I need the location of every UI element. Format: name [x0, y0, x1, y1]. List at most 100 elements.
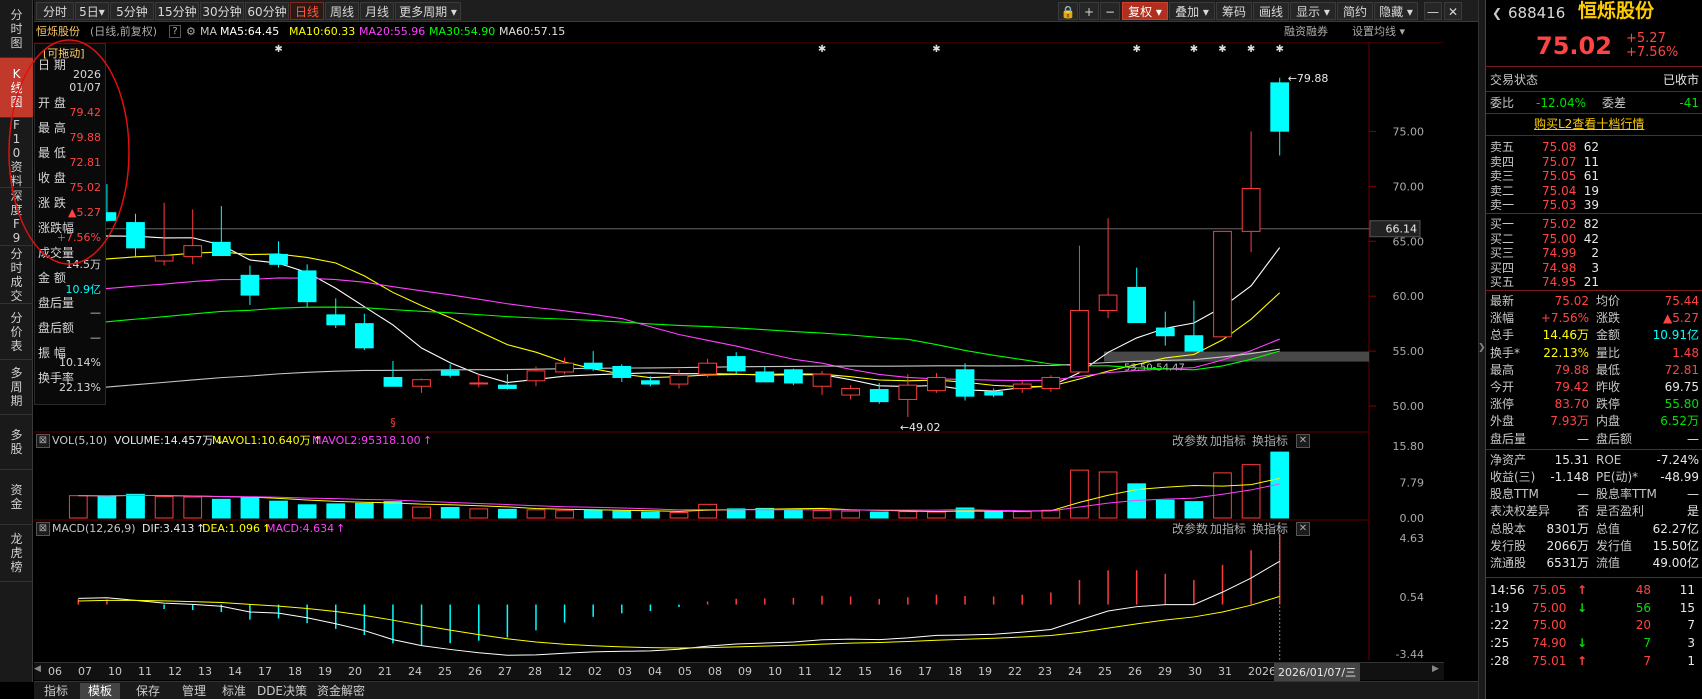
volume-bar[interactable]	[583, 509, 603, 519]
candle-body[interactable]	[183, 245, 203, 258]
candle-body[interactable]	[583, 362, 603, 370]
period-tab-7[interactable]: 周线	[325, 2, 359, 20]
bottom-tab-4[interactable]: 标准	[216, 683, 252, 699]
candle-body[interactable]	[1184, 335, 1204, 352]
volume-bar[interactable]	[68, 495, 88, 519]
volume-bar[interactable]	[1041, 509, 1061, 519]
vol_panel-collapse-icon[interactable]: ⊠	[36, 434, 50, 448]
toolbar-btn-1[interactable]: 叠加 ▾	[1169, 2, 1215, 20]
period-tab-3[interactable]: 15分钟	[155, 2, 199, 20]
volume-bar[interactable]	[641, 511, 660, 519]
event-marker-icon[interactable]: ✱	[1218, 44, 1226, 55]
candle-body[interactable]	[1098, 294, 1118, 311]
candle-body[interactable]	[1241, 188, 1261, 232]
volume-bar[interactable]	[812, 510, 832, 519]
event-marker-icon[interactable]: ✱	[932, 44, 940, 55]
bottom-tab-6[interactable]: 资金解密	[312, 683, 370, 699]
volume-bar[interactable]	[784, 508, 803, 519]
left-nav-item-7[interactable]: 多股	[0, 415, 33, 470]
volume-bar[interactable]	[383, 501, 403, 519]
candle-body[interactable]	[869, 389, 889, 403]
macd_panel-close-icon[interactable]: ✕	[1296, 522, 1310, 536]
volume-bar[interactable]	[1184, 501, 1204, 519]
volume-bar[interactable]	[1070, 469, 1089, 519]
toolbar-btn-4[interactable]: 显示 ▾	[1290, 2, 1336, 20]
candle-body[interactable]	[269, 253, 288, 265]
volume-bar[interactable]	[927, 511, 946, 519]
margin-trading-link[interactable]: 融资融券	[1284, 23, 1328, 41]
volume-bar[interactable]	[211, 498, 231, 519]
buy-l2-link[interactable]: 购买L2查看十档行情	[1534, 115, 1644, 133]
candle-body[interactable]	[1070, 309, 1089, 373]
period-tab-9[interactable]: 更多周期 ▾	[395, 2, 461, 20]
candle-body[interactable]	[412, 379, 431, 387]
candle-body[interactable]	[755, 371, 775, 383]
macd_panel-indicator-button[interactable]: 加指标	[1210, 521, 1246, 537]
candle-body[interactable]	[841, 387, 860, 396]
volume-bar[interactable]	[698, 503, 717, 519]
bottom-tab-5[interactable]: DDE决策	[256, 683, 308, 699]
period-tab-6[interactable]: 日线	[290, 2, 324, 20]
volume-bar[interactable]	[669, 512, 689, 519]
candle-body[interactable]	[1012, 383, 1032, 389]
toolbar-btn-2[interactable]: 筹码	[1216, 2, 1252, 20]
candle-body[interactable]	[1213, 230, 1232, 338]
candle-body[interactable]	[1127, 286, 1147, 324]
bottom-tab-1[interactable]: 模板	[80, 683, 120, 699]
candle-body[interactable]	[326, 314, 346, 326]
volume-bar[interactable]	[154, 496, 174, 519]
bottom-tab-2[interactable]: 保存	[128, 683, 168, 699]
candle-body[interactable]	[641, 380, 660, 385]
candle-body[interactable]	[498, 384, 517, 389]
volume-bar[interactable]	[1012, 511, 1032, 519]
lock-icon[interactable]: 🔒	[1058, 2, 1078, 20]
dividend-marker-icon[interactable]: §	[390, 416, 396, 429]
vol_panel-indicator-button[interactable]: 加指标	[1210, 433, 1246, 449]
toolbar-btn-5[interactable]: 简约	[1337, 2, 1373, 20]
event-marker-icon[interactable]: ✱	[1190, 44, 1198, 55]
volume-bar[interactable]	[240, 497, 260, 519]
period-tab-5[interactable]: 60分钟	[245, 2, 289, 20]
candle-body[interactable]	[526, 370, 546, 382]
period-tab-8[interactable]: 月线	[360, 2, 394, 20]
left-nav-item-9[interactable]: 龙虎榜	[0, 525, 33, 582]
volume-bar[interactable]	[841, 510, 860, 519]
candle-body[interactable]	[812, 373, 832, 387]
toolbar-btn-6[interactable]: 隐藏 ▾	[1374, 2, 1418, 20]
ma-settings-button[interactable]: 设置均线 ▾	[1352, 23, 1405, 41]
close-icon[interactable]: ✕	[1444, 2, 1462, 20]
volume-bar[interactable]	[440, 507, 460, 519]
candle-body[interactable]	[784, 369, 803, 384]
volume-bar[interactable]	[354, 502, 374, 519]
volume-bar[interactable]	[498, 508, 517, 519]
candle-body[interactable]	[354, 323, 374, 349]
volume-bar[interactable]	[183, 496, 203, 519]
candle-body[interactable]	[1270, 82, 1290, 132]
left-nav-item-8[interactable]: 资金	[0, 470, 33, 525]
minimize-icon[interactable]: —	[1424, 2, 1442, 20]
volume-bar[interactable]	[898, 511, 918, 519]
plus-icon[interactable]: +	[1079, 2, 1099, 20]
candle-body[interactable]	[240, 274, 260, 296]
macd_panel-params-button[interactable]: 改参数	[1172, 521, 1208, 537]
period-tab-2[interactable]: 5分钟	[110, 2, 154, 20]
kline-chart[interactable]: 75.0070.0065.0060.0055.0050.0066.1453.50…	[34, 42, 1484, 662]
event-marker-icon[interactable]: ✱	[274, 44, 282, 55]
candle-body[interactable]	[555, 362, 574, 373]
event-marker-icon[interactable]: ✱	[1247, 44, 1255, 55]
volume-bar[interactable]	[269, 500, 288, 519]
candle-body[interactable]	[612, 365, 632, 378]
volume-bar[interactable]	[869, 511, 889, 519]
vol_panel-params-button[interactable]: 改参数	[1172, 433, 1208, 449]
candle-body[interactable]	[698, 362, 717, 375]
minus-icon[interactable]: −	[1100, 2, 1120, 20]
help-button[interactable]: ?	[169, 25, 181, 38]
settings-gear-icon[interactable]: ⚙	[186, 23, 196, 41]
volume-bar[interactable]	[984, 511, 1004, 519]
candle-body[interactable]	[469, 382, 489, 385]
volume-bar[interactable]	[1155, 499, 1175, 519]
period-tab-4[interactable]: 30分钟	[200, 2, 244, 20]
prev-stock-icon[interactable]: ❮	[1492, 4, 1502, 22]
volume-bar[interactable]	[469, 508, 489, 519]
toolbar-btn-0[interactable]: 复权 ▾	[1122, 2, 1168, 20]
